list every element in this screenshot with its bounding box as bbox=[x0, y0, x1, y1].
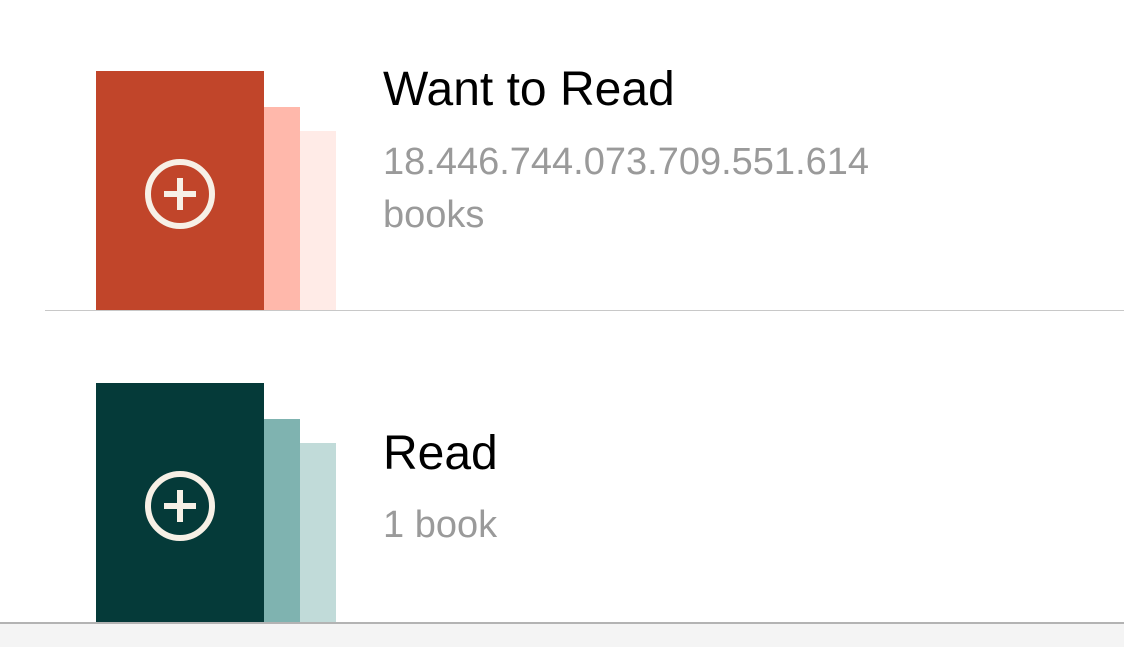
book-back bbox=[300, 131, 336, 310]
book-stack bbox=[96, 383, 336, 622]
book-stack bbox=[96, 71, 336, 310]
shelf-title: Read bbox=[383, 427, 498, 480]
bottom-bar bbox=[0, 622, 1124, 647]
book-middle bbox=[264, 107, 300, 310]
book-front bbox=[96, 71, 264, 310]
shelf-row-want-to-read[interactable]: Want to Read 18.446.744.073.709.551.614 … bbox=[0, 0, 1124, 310]
shelf-row-read[interactable]: Read 1 book bbox=[0, 312, 1124, 622]
shelves-screen: Want to Read 18.446.744.073.709.551.614 … bbox=[0, 0, 1124, 647]
add-circle-icon[interactable] bbox=[144, 470, 216, 542]
book-front bbox=[96, 383, 264, 622]
shelf-title: Want to Read bbox=[383, 63, 675, 116]
book-back bbox=[300, 443, 336, 622]
book-middle bbox=[264, 419, 300, 622]
shelf-book-count: 18.446.744.073.709.551.614 books bbox=[383, 141, 870, 236]
add-circle-icon[interactable] bbox=[144, 158, 216, 230]
divider bbox=[45, 310, 1124, 311]
shelf-book-count: 1 book bbox=[383, 504, 498, 546]
